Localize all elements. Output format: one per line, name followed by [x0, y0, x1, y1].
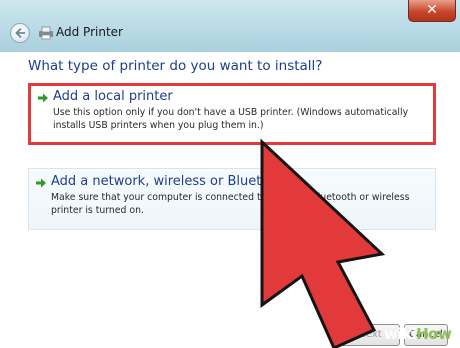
- large-pointer-arrow-icon: [260, 138, 386, 348]
- watermark-logo: wikiHow: [384, 325, 452, 343]
